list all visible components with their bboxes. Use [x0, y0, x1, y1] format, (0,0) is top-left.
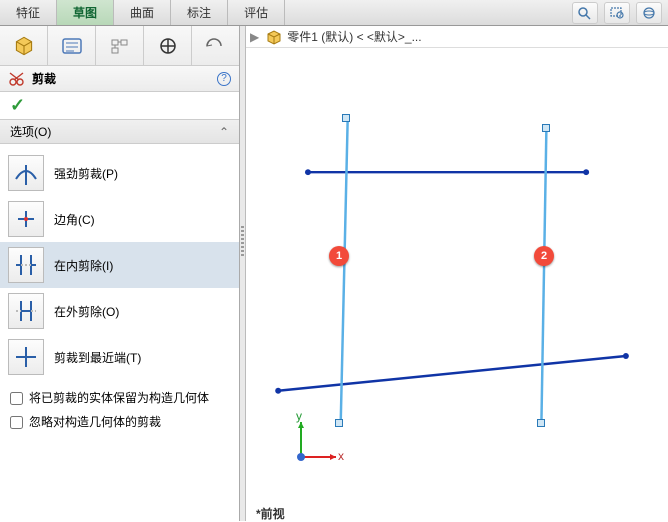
tab-evaluate[interactable]: 评估 [228, 0, 285, 25]
property-manager-tab[interactable] [48, 26, 96, 66]
ok-button[interactable]: ✓ [10, 95, 25, 116]
option-trim-outside[interactable]: 在外剪除(O) [0, 288, 239, 334]
confirm-row: ✓ [0, 92, 239, 120]
trim-closest-icon [8, 339, 44, 375]
trim-options: 强劲剪裁(P) 边角(C) 在内剪除(I) 在外剪除(O) 剪裁到最近端(T) [0, 144, 239, 386]
trim-inside-icon [8, 247, 44, 283]
tab-sketch[interactable]: 草图 [57, 0, 114, 25]
command-tabs: 特征 草图 曲面 标注 评估 [0, 0, 668, 26]
axis-x-label: x [338, 449, 344, 463]
option-label: 强劲剪裁(P) [54, 165, 118, 182]
trim-icon [8, 71, 26, 87]
option-trim-closest[interactable]: 剪裁到最近端(T) [0, 334, 239, 380]
corner-icon [8, 201, 44, 237]
tab-surfaces[interactable]: 曲面 [114, 0, 171, 25]
breadcrumb-toggle-icon[interactable]: ▶ [250, 30, 259, 44]
check-ignore-construction[interactable]: 忽略对构造几何体的剪裁 [0, 410, 239, 434]
manager-tabs [0, 26, 239, 66]
keep-construction-checkbox[interactable] [10, 392, 23, 405]
zoom-area-icon[interactable] [604, 2, 630, 24]
command-title: 剪裁 [32, 70, 56, 87]
callout-marker-1: 1 [329, 246, 349, 266]
view-triad: x y [286, 412, 346, 475]
breadcrumb-bar: ▶ 零件1 (默认) < <默认>_... [246, 26, 668, 48]
endpoint-handle[interactable] [537, 419, 545, 427]
option-label: 边角(C) [54, 211, 95, 228]
part-icon [265, 29, 283, 45]
axis-y-label: y [296, 412, 302, 423]
tab-features[interactable]: 特征 [0, 0, 57, 25]
command-header: 剪裁 ? [0, 66, 239, 92]
config-manager-tab[interactable] [96, 26, 144, 66]
ignore-construction-checkbox[interactable] [10, 416, 23, 429]
option-corner[interactable]: 边角(C) [0, 196, 239, 242]
view-orientation-icon[interactable] [636, 2, 662, 24]
graphics-viewport[interactable]: ▶ 零件1 (默认) < <默认>_... 1 2 x y [246, 26, 668, 521]
power-trim-icon [8, 155, 44, 191]
callout-marker-2: 2 [534, 246, 554, 266]
check-label: 忽略对构造几何体的剪裁 [29, 414, 161, 430]
tab-annotate[interactable]: 标注 [171, 0, 228, 25]
sketch-line-vertical-1[interactable] [341, 118, 348, 421]
trim-outside-icon [8, 293, 44, 329]
option-label: 剪裁到最近端(T) [54, 349, 141, 366]
option-label: 在外剪除(O) [54, 303, 119, 320]
check-keep-construction[interactable]: 将已剪裁的实体保留为构造几何体 [0, 386, 239, 410]
overflow-tab[interactable] [192, 26, 236, 66]
property-manager: 剪裁 ? ✓ 选项(O) ⌃ 强劲剪裁(P) 边角(C) 在内剪除(I) 在外剪… [0, 26, 240, 521]
view-label: *前视 [246, 505, 668, 521]
check-label: 将已剪裁的实体保留为构造几何体 [29, 390, 209, 406]
part-name[interactable]: 零件1 (默认) < <默认>_... [287, 28, 421, 45]
zoom-fit-icon[interactable] [572, 2, 598, 24]
sketch-line-horizontal-bottom[interactable] [278, 356, 626, 391]
option-label: 在内剪除(I) [54, 257, 113, 274]
endpoint-handle[interactable] [342, 114, 350, 122]
options-header[interactable]: 选项(O) ⌃ [0, 120, 239, 144]
view-tools [572, 2, 662, 24]
dimxpert-tab[interactable] [144, 26, 192, 66]
option-power-trim[interactable]: 强劲剪裁(P) [0, 150, 239, 196]
options-title: 选项(O) [10, 123, 51, 140]
endpoint-handle[interactable] [542, 124, 550, 132]
option-trim-inside[interactable]: 在内剪除(I) [0, 242, 239, 288]
feature-manager-tab[interactable] [0, 26, 48, 66]
help-icon[interactable]: ? [217, 72, 231, 86]
collapse-icon[interactable]: ⌃ [219, 125, 229, 139]
sketch-canvas[interactable]: 1 2 x y [246, 48, 668, 505]
